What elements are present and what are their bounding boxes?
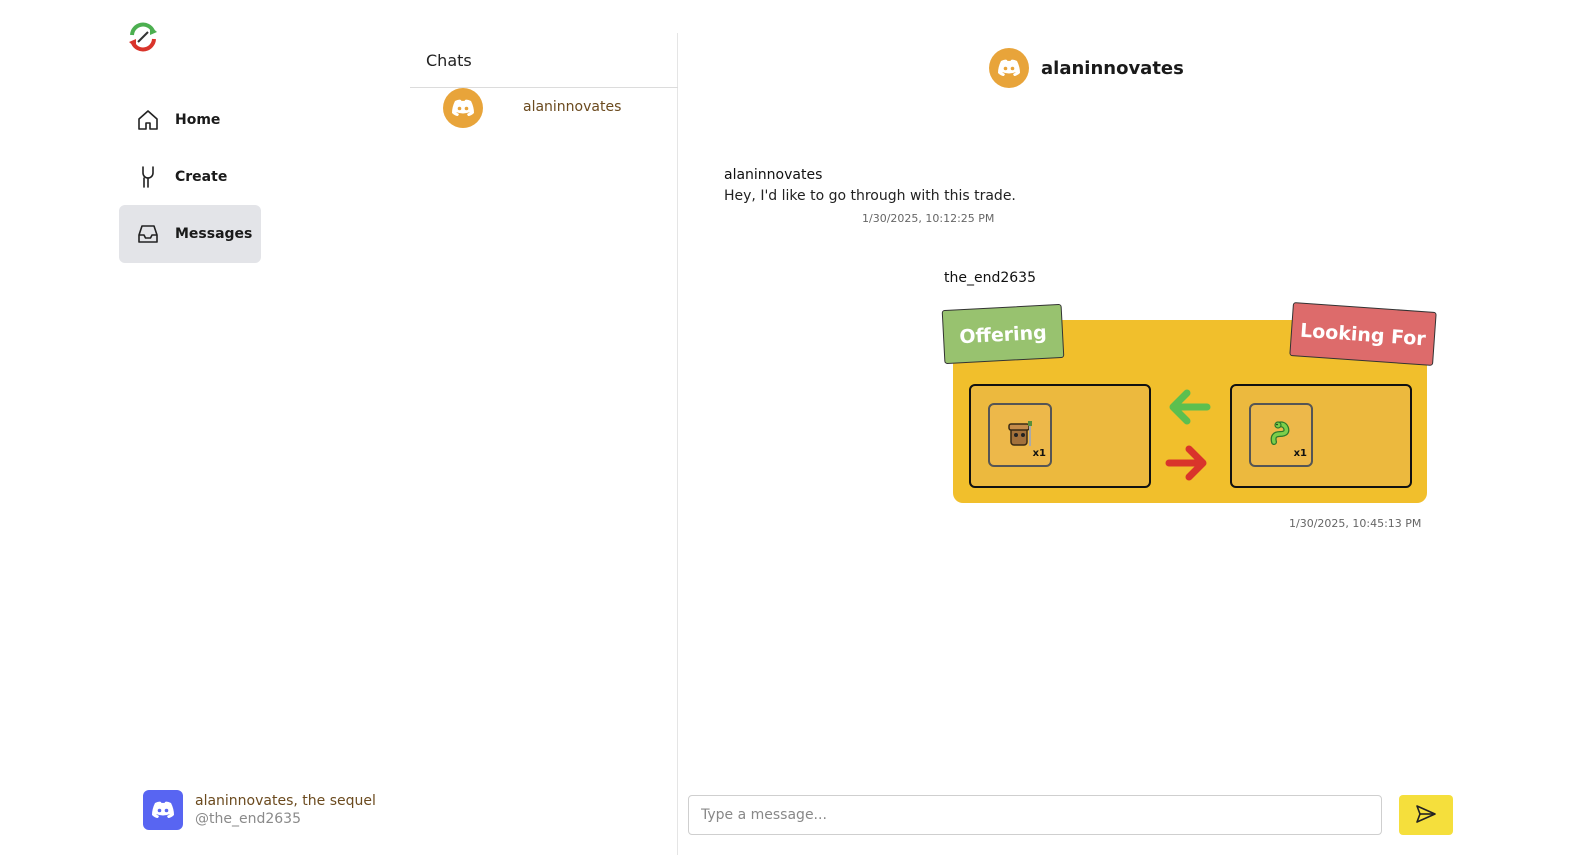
message-input[interactable] xyxy=(688,795,1382,835)
app-logo-icon[interactable] xyxy=(126,20,160,54)
item-quantity: x1 xyxy=(1032,448,1046,459)
nav-item-create[interactable]: Create xyxy=(119,148,261,206)
conversation-panel: alaninnovates alaninnovates Hey, I'd lik… xyxy=(679,0,1580,855)
send-icon xyxy=(1415,804,1437,827)
trade-card[interactable]: x1 x1 Offering Looking For xyxy=(941,302,1441,508)
hat-item-icon xyxy=(1008,421,1032,446)
send-button[interactable] xyxy=(1399,795,1453,835)
profile-text: alaninnovates, the sequel @the_end2635 xyxy=(195,792,376,828)
chat-list-item[interactable]: alaninnovates xyxy=(410,88,678,130)
trade-arrows-icon xyxy=(1163,383,1213,491)
discord-icon xyxy=(143,790,183,830)
message-author: alaninnovates xyxy=(724,167,823,183)
offering-items-box: x1 xyxy=(969,384,1151,488)
discord-icon xyxy=(989,48,1029,88)
looking-for-items-box: x1 xyxy=(1230,384,1412,488)
tools-icon xyxy=(135,164,161,190)
chats-panel: Chats alaninnovates xyxy=(410,33,678,855)
profile-name: alaninnovates, the sequel xyxy=(195,793,376,809)
discord-icon xyxy=(443,88,483,128)
offering-tag: Offering xyxy=(941,303,1065,365)
snake-item-icon xyxy=(1270,421,1290,445)
message-text: Hey, I'd like to go through with this tr… xyxy=(724,188,1016,204)
looking-for-tag: Looking For xyxy=(1289,302,1437,366)
inbox-icon xyxy=(135,221,161,247)
app-root: Home Create Messages alaninnovates, the … xyxy=(0,0,1580,855)
message-author: the_end2635 xyxy=(944,270,1036,286)
conversation-header: alaninnovates xyxy=(989,48,1184,88)
message-timestamp: 1/30/2025, 10:12:25 PM xyxy=(862,212,995,225)
offering-item-slot[interactable]: x1 xyxy=(988,403,1052,467)
nav-item-home[interactable]: Home xyxy=(119,91,261,149)
nav-label-home: Home xyxy=(175,112,221,128)
profile-handle: @the_end2635 xyxy=(195,811,301,827)
item-quantity: x1 xyxy=(1293,448,1307,459)
looking-item-slot[interactable]: x1 xyxy=(1249,403,1313,467)
home-icon xyxy=(135,107,161,133)
sidebar: Home Create Messages alaninnovates, the … xyxy=(0,0,408,855)
message-timestamp: 1/30/2025, 10:45:13 PM xyxy=(1289,517,1422,530)
nav-label-create: Create xyxy=(175,169,228,185)
conversation-title: alaninnovates xyxy=(1041,57,1184,79)
nav-label-messages: Messages xyxy=(175,226,253,242)
nav-item-messages[interactable]: Messages xyxy=(119,205,261,263)
chat-name: alaninnovates xyxy=(523,99,622,115)
user-profile[interactable]: alaninnovates, the sequel @the_end2635 xyxy=(143,790,376,830)
chats-title: Chats xyxy=(426,51,472,70)
